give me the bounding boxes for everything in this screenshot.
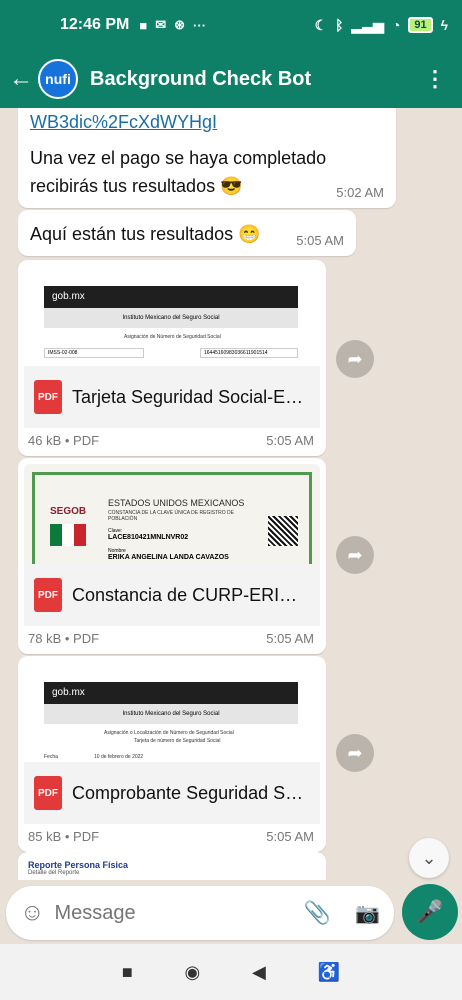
avatar[interactable]: nufi (38, 59, 78, 99)
document-subtitle: Detalle del Reporte (28, 870, 80, 876)
doc-line: Asignación de Número de Seguridad Social (124, 334, 221, 340)
chat-header: ← nufi Background Check Bot ⋮ (0, 50, 462, 108)
document-preview[interactable]: gob.mx Instituto Mexicano del Seguro Soc… (24, 266, 320, 372)
back-icon[interactable]: ◀ (252, 962, 266, 983)
message-bubble: Aquí están tus resultados 😁 5:05 AM (18, 210, 356, 256)
doc-title: ESTADOS UNIDOS MEXICANOS (108, 498, 245, 508)
recent-apps-icon[interactable]: ■ (122, 962, 133, 983)
scroll-down-icon[interactable]: ⌄ (409, 838, 449, 878)
accessibility-icon[interactable]: ♿ (318, 962, 340, 983)
doc-line: Asignación o Localización de Número de S… (104, 730, 234, 736)
message-bubble: WB3dic%2FcXdWYHgI Una vez el pago se hay… (18, 108, 396, 208)
document-message[interactable]: Reporte Persona Física Detalle del Repor… (18, 852, 326, 880)
notification-mail-icon: ✉ (155, 17, 167, 32)
status-time: 12:46 PM (60, 16, 130, 33)
message-text: WB3dic%2FcXdWYHgI (30, 112, 218, 132)
moon-icon: ☾ (314, 16, 328, 33)
message-text: Una vez el pago se haya completado recib… (30, 148, 327, 196)
navigation-bar: ■ ◉ ◀ ♿ (0, 944, 462, 1000)
doc-header-text: Instituto Mexicano del Seguro Social (44, 308, 298, 328)
message-input[interactable] (54, 901, 275, 925)
forward-icon[interactable]: ➦ (336, 734, 374, 772)
agency-name: SEGOB (50, 506, 87, 517)
forward-icon[interactable]: ➦ (336, 536, 374, 574)
doc-subtitle: CONSTANCIA DE LA CLAVE ÚNICA DE REGISTRO… (108, 510, 234, 522)
charging-icon: ϟ (440, 17, 448, 33)
message-time: 5:05 AM (296, 233, 344, 248)
document-info[interactable]: PDF Comprobante Seguridad So... (24, 762, 320, 824)
document-name: Reporte Persona Física (28, 860, 129, 870)
chat-area: WB3dic%2FcXdWYHgI Una vez el pago se hay… (0, 108, 462, 880)
document-message[interactable]: SEGOB ESTADOS UNIDOS MEXICANOS CONSTANCI… (18, 458, 326, 654)
forward-icon[interactable]: ➦ (336, 340, 374, 378)
home-icon[interactable]: ◉ (185, 962, 201, 983)
notification-icons: ■ ✉ ⊛ ··· (139, 17, 206, 33)
document-preview[interactable]: SEGOB ESTADOS UNIDOS MEXICANOS CONSTANCI… (24, 464, 320, 570)
mic-icon[interactable]: 🎤 (402, 884, 458, 940)
document-meta: 78 kB • PDF (28, 631, 100, 646)
pdf-icon: PDF (34, 380, 62, 414)
bluetooth-icon: ᛒ (335, 17, 344, 33)
notification-app-icon: ■ (139, 17, 148, 33)
doc-box: IMSS-02-008 (44, 348, 144, 358)
message-time: 5:05 AM (266, 829, 314, 844)
doc-brand-bar: gob.mx (44, 682, 298, 704)
back-arrow-icon[interactable]: ← (6, 65, 36, 93)
document-message[interactable]: gob.mx Instituto Mexicano del Seguro Soc… (18, 656, 326, 852)
clave-value: LACE810421MNLNVR02 (108, 534, 189, 541)
message-time: 5:05 AM (266, 631, 314, 646)
document-info[interactable]: PDF Tarjeta Seguridad Social-ERI... (24, 366, 320, 428)
document-info[interactable]: PDF Constancia de CURP-ERIKA... (24, 564, 320, 626)
wifi-icon: ◔ (391, 17, 401, 33)
paperclip-icon[interactable]: 📎 (304, 900, 331, 926)
more-notifications-icon: ··· (193, 17, 207, 33)
notification-sync-icon: ⊛ (174, 17, 186, 32)
chat-title[interactable]: Background Check Bot (90, 68, 311, 91)
mexico-flag-icon (50, 524, 86, 546)
nombre-value: ERIKA ANGELINA LANDA CAVAZOS (108, 554, 229, 561)
curp-preview: SEGOB ESTADOS UNIDOS MEXICANOS CONSTANCI… (24, 464, 320, 570)
emoji-icon[interactable]: ☺ (20, 899, 45, 927)
doc-line: Fecha (44, 754, 58, 760)
doc-box: 16445160983036611901514 (200, 348, 298, 358)
message-composer: ☺ 📎 📷 (6, 886, 394, 940)
document-preview[interactable]: gob.mx Instituto Mexicano del Seguro Soc… (24, 662, 320, 768)
signal-icon: ▂▃▅ (351, 16, 384, 33)
document-meta: 85 kB • PDF (28, 829, 100, 844)
pdf-icon: PDF (34, 578, 62, 612)
document-preview[interactable]: Reporte Persona Física Detalle del Repor… (28, 860, 128, 876)
qr-code-icon (268, 516, 298, 546)
doc-line: 10 de febrero de 2022 (94, 754, 144, 760)
doc-brand-bar: gob.mx (44, 286, 298, 308)
document-message[interactable]: gob.mx Instituto Mexicano del Seguro Soc… (18, 260, 326, 456)
doc-header-text: Instituto Mexicano del Seguro Social (44, 704, 298, 724)
message-time: 5:05 AM (266, 433, 314, 448)
doc-line: Tarjeta de número de Seguridad Social (134, 738, 221, 744)
document-meta: 46 kB • PDF (28, 433, 100, 448)
more-options-icon[interactable]: ⋮ (424, 66, 446, 92)
pdf-icon: PDF (34, 776, 62, 810)
document-name: Comprobante Seguridad So... (72, 782, 304, 803)
message-time: 5:02 AM (336, 185, 384, 200)
battery-indicator: 91 (408, 17, 433, 33)
status-bar: 12:46 PM ■ ✉ ⊛ ··· ☾ ᛒ ▂▃▅ ◔ 91 ϟ (0, 0, 462, 50)
camera-icon[interactable]: 📷 (355, 901, 380, 926)
document-name: Tarjeta Seguridad Social-ERI... (72, 386, 304, 407)
document-name: Constancia de CURP-ERIKA... (72, 584, 304, 605)
system-icons: ☾ ᛒ ▂▃▅ ◔ 91 ϟ (315, 17, 448, 34)
